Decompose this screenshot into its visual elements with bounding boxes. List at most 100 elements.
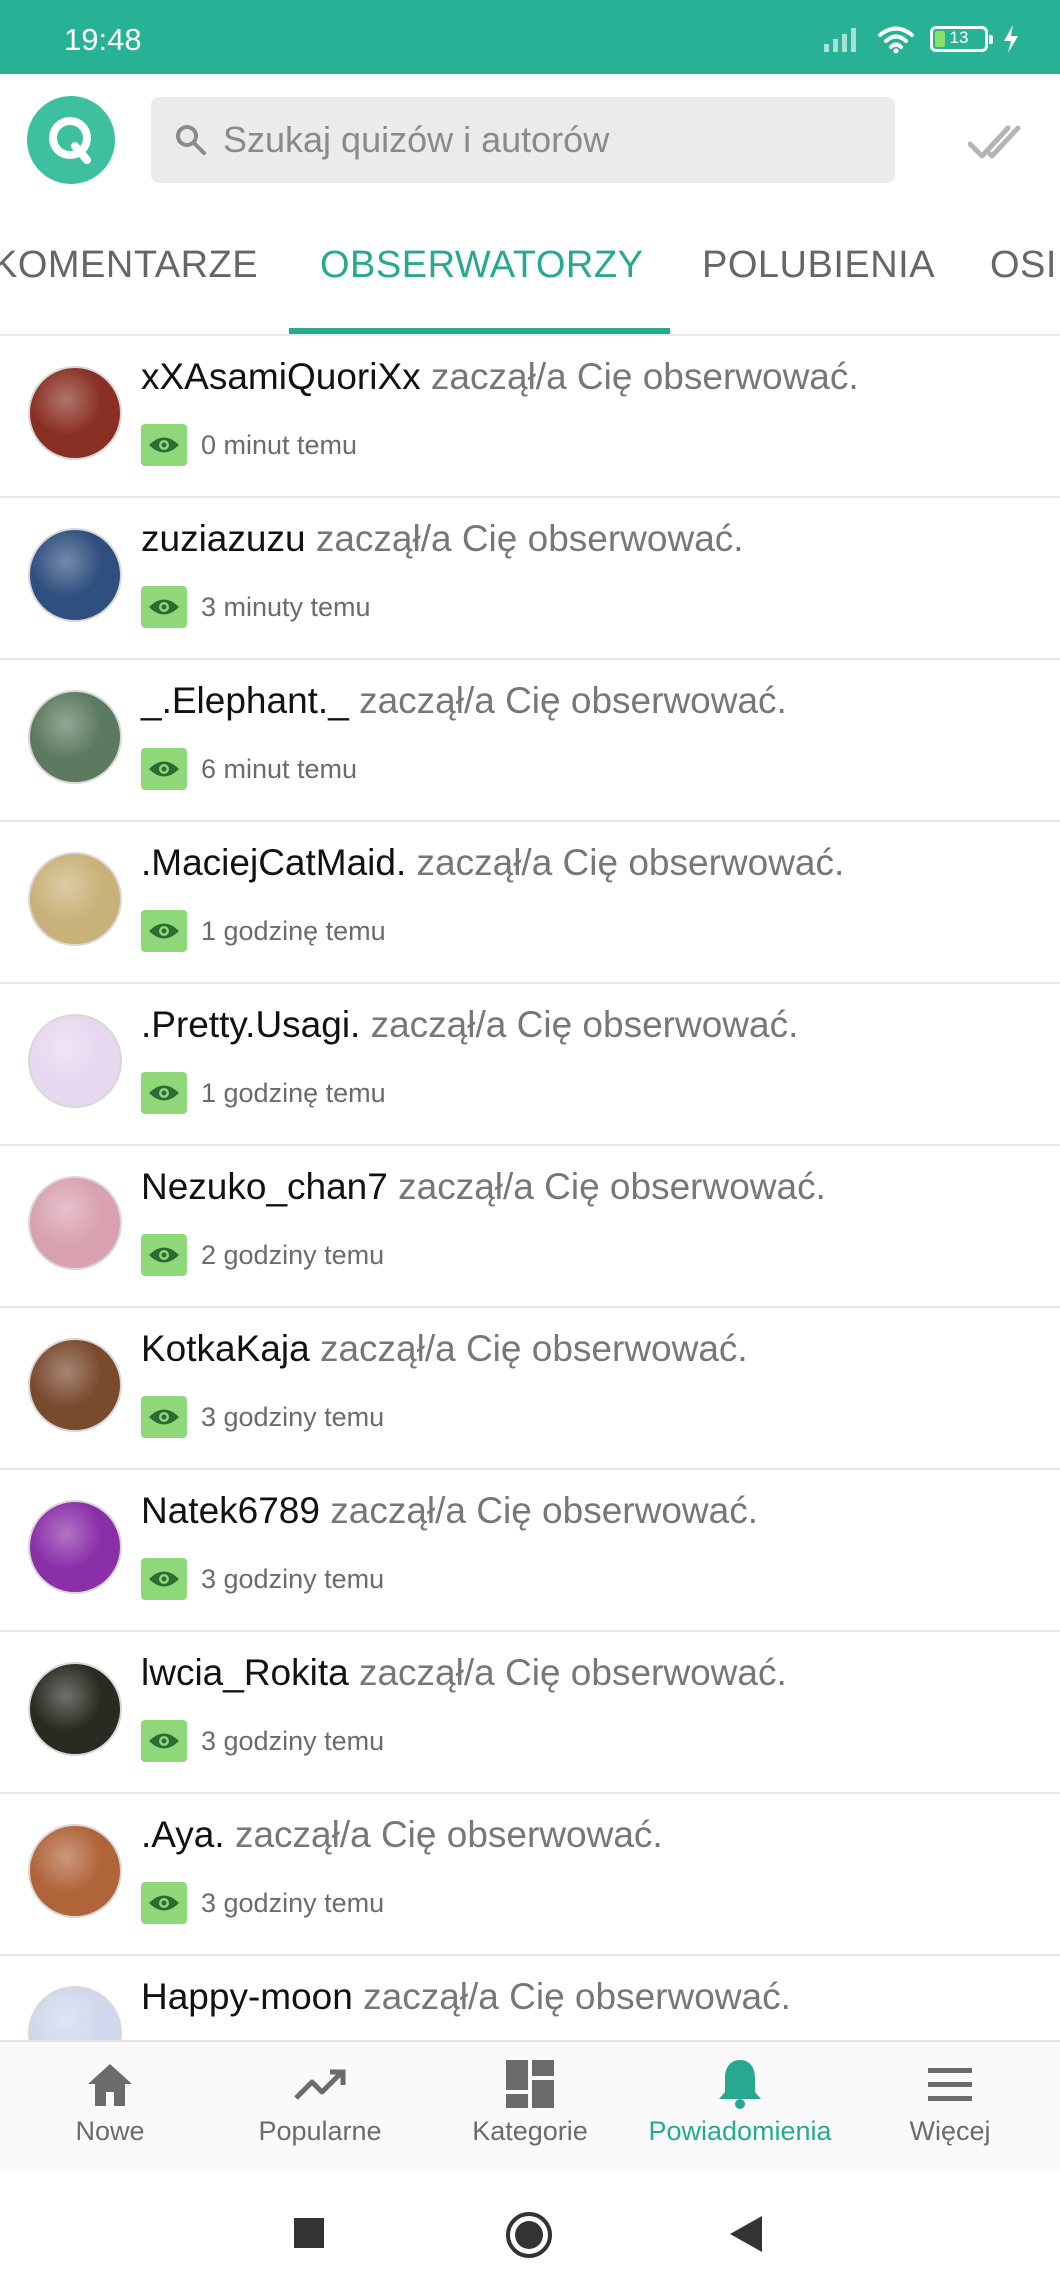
username-link[interactable]: KotkaKaja — [141, 1328, 310, 1369]
eye-icon — [141, 1396, 187, 1438]
notification-text: .Pretty.Usagi. zaczął/a Cię obserwować. — [141, 1004, 798, 1046]
notification-text: lwcia_Rokita zaczął/a Cię obserwować. — [141, 1652, 787, 1694]
user-avatar[interactable] — [28, 1986, 122, 2040]
notification-time: 3 minuty temu — [201, 591, 371, 622]
list-item[interactable]: KotkaKaja zaczął/a Cię obserwować. 3 godz… — [0, 1308, 1060, 1470]
notification-meta: 0 minut temu — [141, 424, 357, 466]
user-avatar[interactable] — [28, 1824, 122, 1918]
followers-notification-list[interactable]: xXAsamiQuoriXx zaczął/a Cię obserwować. 0… — [0, 336, 1060, 2040]
app-logo[interactable] — [27, 96, 115, 184]
signal-icon — [824, 28, 856, 52]
tab-komentarze[interactable]: KOMENTARZE — [0, 244, 258, 287]
notification-text: zuziazuzu zaczął/a Cię obserwować. — [141, 518, 744, 560]
username-link[interactable]: xXAsamiQuoriXx — [141, 356, 421, 397]
notification-text: xXAsamiQuoriXx zaczął/a Cię obserwować. — [141, 356, 859, 398]
username-link[interactable]: zuziazuzu — [141, 518, 306, 559]
list-item[interactable]: Happy-moon zaczął/a Cię obserwować. — [0, 1956, 1060, 2040]
back-triangle-icon[interactable] — [728, 2214, 764, 2254]
username-link[interactable]: lwcia_Rokita — [141, 1652, 349, 1693]
action-text: zaczął/a Cię obserwować. — [330, 1490, 758, 1531]
eye-icon — [141, 910, 187, 952]
username-link[interactable]: .Pretty.Usagi. — [141, 1004, 360, 1045]
notification-meta: 3 godziny temu — [141, 1558, 384, 1600]
action-text: zaczął/a Cię obserwować. — [358, 1652, 787, 1693]
list-item[interactable]: .Pretty.Usagi. zaczął/a Cię obserwować. 1… — [0, 984, 1060, 1146]
notification-meta: 3 godziny temu — [141, 1882, 384, 1924]
list-item[interactable]: zuziazuzu zaczął/a Cię obserwować. 3 minu… — [0, 498, 1060, 660]
battery-icon: 13 — [930, 26, 993, 52]
eye-icon — [141, 1720, 187, 1762]
home-icon — [88, 2064, 132, 2106]
system-navigation-bar — [0, 2170, 1060, 2296]
list-item[interactable]: Nezuko_chan7 zaczął/a Cię obserwować. 2 g… — [0, 1146, 1060, 1308]
username-link[interactable]: Happy-moon — [141, 1976, 353, 2017]
nav-label: Popularne — [258, 2116, 382, 2146]
nav-wiecej[interactable]: Więcej — [844, 2042, 1056, 2172]
notification-time: 3 godziny temu — [201, 1563, 385, 1594]
notification-meta: 1 godzinę temu — [141, 910, 386, 952]
tab-polubienia[interactable]: POLUBIENIA — [702, 244, 935, 287]
nav-nowe[interactable]: Nowe — [4, 2042, 216, 2172]
username-link[interactable]: Nezuko_chan7 — [141, 1166, 388, 1207]
list-item[interactable]: lwcia_Rokita zaczął/a Cię obserwować. 3 g… — [0, 1632, 1060, 1794]
tab-obserwatorzy[interactable]: OBSERWATORZY — [320, 244, 643, 287]
user-avatar[interactable] — [28, 366, 122, 460]
user-avatar[interactable] — [28, 1500, 122, 1594]
tab-osi[interactable]: OSI — [990, 244, 1057, 287]
list-item[interactable]: _.Elephant._ zaczął/a Cię obserwować. 6 m… — [0, 660, 1060, 822]
eye-icon — [141, 748, 187, 790]
notification-meta: 6 minut temu — [141, 748, 357, 790]
list-item[interactable]: xXAsamiQuoriXx zaczął/a Cię obserwować. 0… — [0, 336, 1060, 498]
action-text: zaczął/a Cię obserwować. — [315, 518, 744, 559]
mark-all-read-icon[interactable] — [968, 120, 1024, 164]
bell-icon — [719, 2060, 761, 2109]
logo-q-icon — [49, 117, 91, 164]
notification-text: Nezuko_chan7 zaczął/a Cię obserwować. — [141, 1166, 826, 1208]
action-text: zaczął/a Cię obserwować. — [319, 1328, 748, 1369]
notification-text: KotkaKaja zaczął/a Cię obserwować. — [141, 1328, 748, 1370]
action-text: zaczął/a Cię obserwować. — [234, 1814, 663, 1855]
notification-time: 3 godziny temu — [201, 1887, 385, 1918]
username-link[interactable]: _.Elephant._ — [141, 680, 349, 721]
user-avatar[interactable] — [28, 1014, 122, 1108]
action-text: zaczął/a Cię obserwować. — [430, 356, 859, 397]
notification-meta: 3 minuty temu — [141, 586, 371, 628]
nav-label: Kategorie — [472, 2116, 588, 2146]
home-circle-icon[interactable] — [504, 2210, 554, 2260]
status-time: 19:48 — [64, 22, 142, 57]
username-link[interactable]: .MaciejCatMaid. — [141, 842, 406, 883]
username-link[interactable]: .Aya. — [141, 1814, 225, 1855]
user-avatar[interactable] — [28, 1662, 122, 1756]
user-avatar[interactable] — [28, 852, 122, 946]
user-avatar[interactable] — [28, 528, 122, 622]
user-avatar[interactable] — [28, 1176, 122, 1270]
eye-icon — [141, 424, 187, 466]
eye-icon — [141, 1234, 187, 1276]
trending-icon — [294, 2069, 346, 2100]
notification-text: Happy-moon zaczął/a Cię obserwować. — [141, 1976, 791, 2018]
recents-square-icon[interactable] — [292, 2216, 326, 2250]
notification-meta: 1 godzinę temu — [141, 1072, 386, 1114]
nav-powiadomienia[interactable]: Powiadomienia — [634, 2042, 846, 2172]
charging-bolt-icon — [1004, 25, 1018, 53]
wifi-icon — [878, 26, 914, 54]
search-icon — [176, 125, 206, 155]
user-avatar[interactable] — [28, 1338, 122, 1432]
notification-meta: 3 godziny temu — [141, 1720, 384, 1762]
user-avatar[interactable] — [28, 690, 122, 784]
eye-icon — [141, 1882, 187, 1924]
eye-icon — [141, 1558, 187, 1600]
action-text: zaczął/a Cię obserwować. — [370, 1004, 799, 1045]
action-text: zaczął/a Cię obserwować. — [416, 842, 845, 883]
list-item[interactable]: .Aya. zaczął/a Cię obserwować. 3 godziny … — [0, 1794, 1060, 1956]
notification-time: 3 godziny temu — [201, 1401, 385, 1432]
nav-popularne[interactable]: Popularne — [214, 2042, 426, 2172]
notification-text: Natek6789 zaczął/a Cię obserwować. — [141, 1490, 758, 1532]
search-input[interactable]: Szukaj quizów i autorów — [151, 97, 895, 183]
list-item[interactable]: .MaciejCatMaid. zaczął/a Cię obserwować.… — [0, 822, 1060, 984]
username-link[interactable]: Natek6789 — [141, 1490, 320, 1531]
list-item[interactable]: Natek6789 zaczął/a Cię obserwować. 3 godz… — [0, 1470, 1060, 1632]
nav-kategorie[interactable]: Kategorie — [424, 2042, 636, 2172]
eye-icon — [141, 1072, 187, 1114]
app-header: Szukaj quizów i autorów — [0, 74, 1060, 208]
